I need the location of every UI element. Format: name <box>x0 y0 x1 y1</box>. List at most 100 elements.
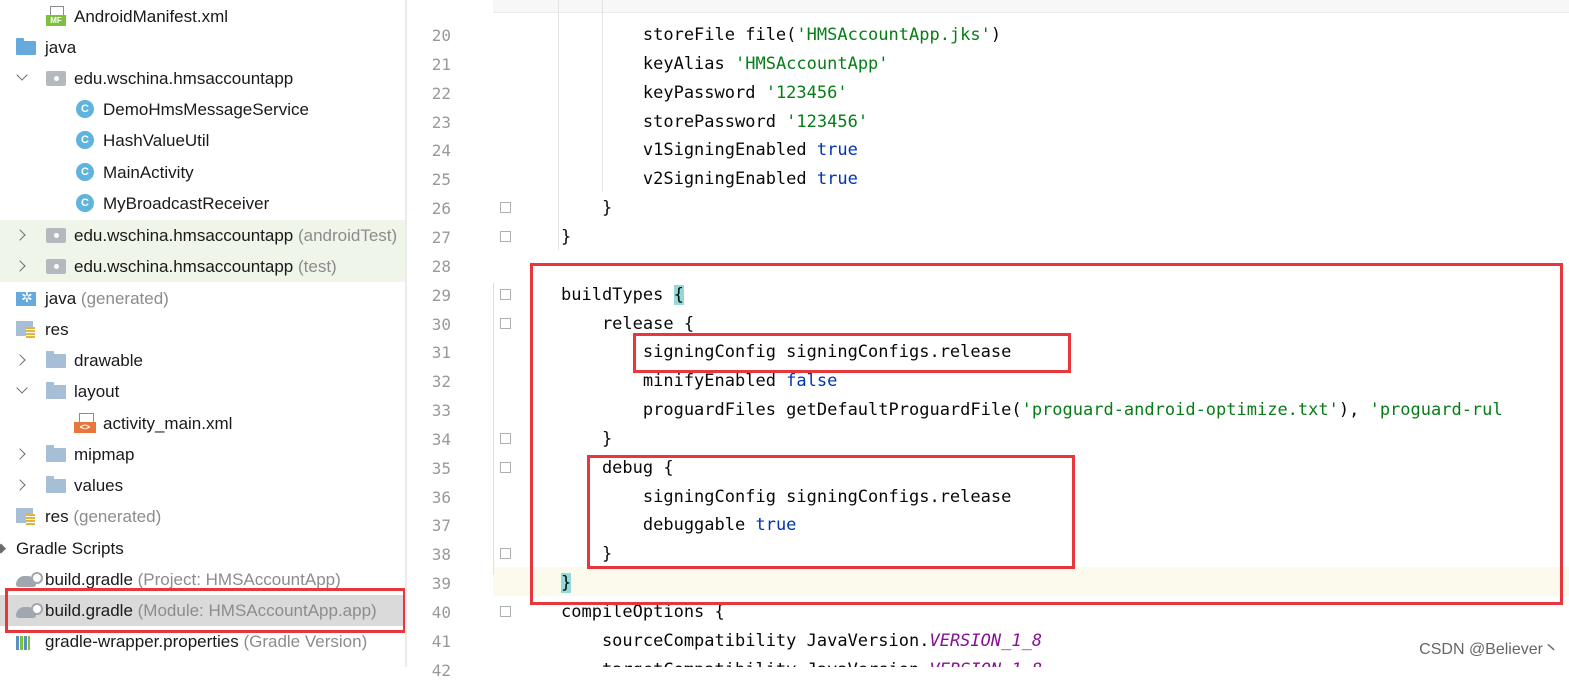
code-token: proguardFiles getDefaultProguardFile( <box>561 400 1022 420</box>
tree-item-suffix: (Project: HMSAccountApp) <box>137 570 341 589</box>
tree-item-activity-main-xml[interactable]: activity_main.xml <box>0 408 405 439</box>
line-number: 35 <box>431 459 451 478</box>
code-token: targetCompatibility JavaVersion. <box>561 660 930 667</box>
tree-item-gradle-scripts[interactable]: ◆ Gradle Scripts <box>0 533 405 564</box>
manifest-file-icon <box>46 6 66 26</box>
code-line: signingConfig signingConfigs.release <box>561 338 1011 367</box>
tree-item-package-test[interactable]: edu.wschina.hmsaccountapp (test) <box>0 251 405 282</box>
caret-line-highlight <box>493 567 1569 596</box>
line-number: 30 <box>431 315 451 334</box>
line-number: 38 <box>431 545 451 564</box>
class-icon: C <box>76 163 94 181</box>
tree-item-values[interactable]: values <box>0 470 405 501</box>
chevron-right-icon[interactable] <box>16 345 30 376</box>
tree-item-my-broadcast-receiver[interactable]: C MyBroadcastReceiver <box>0 188 405 219</box>
code-token: keyPassword <box>561 83 766 103</box>
chevron-right-icon[interactable] <box>16 470 30 501</box>
tree-item-res[interactable]: res <box>0 314 405 345</box>
code-token: keyAlias <box>561 54 735 74</box>
code-line: } <box>561 540 612 569</box>
tree-item-suffix: (Module: HMSAccountApp.app) <box>137 601 377 620</box>
line-number: 23 <box>431 113 451 132</box>
code-token: } <box>561 227 572 247</box>
indent-guide <box>493 283 494 575</box>
line-number: 36 <box>431 488 451 507</box>
code-token: } <box>561 573 572 593</box>
tree-item-drawable[interactable]: drawable <box>0 345 405 376</box>
line-number: 28 <box>431 257 451 276</box>
code-token: sourceCompatibility JavaVersion. <box>561 631 930 651</box>
class-icon: C <box>76 131 94 149</box>
code-token: 'HMSAccountApp' <box>735 54 889 74</box>
code-editor[interactable]: storeFile file('HMSAccountApp.jks') keyA… <box>493 0 1569 667</box>
tree-item-label: values <box>74 476 124 495</box>
code-line: sourceCompatibility JavaVersion.VERSION_… <box>561 627 1042 656</box>
line-number: 39 <box>431 574 451 593</box>
code-token: signingConfig signingConfigs.release <box>561 342 1012 362</box>
line-number: 20 <box>431 26 451 45</box>
tree-item-android-manifest[interactable]: AndroidManifest.xml <box>0 1 405 32</box>
tree-item-package-android-test[interactable]: edu.wschina.hmsaccountapp (androidTest) <box>0 220 405 251</box>
indent-guide <box>558 0 559 250</box>
tree-item-label: HashValueUtil <box>103 131 210 150</box>
tree-item-label: activity_main.xml <box>103 414 233 433</box>
tree-item-demo-hms-message-service[interactable]: C DemoHmsMessageService <box>0 94 405 125</box>
tree-item-main-activity[interactable]: C MainActivity <box>0 157 405 188</box>
code-token: { <box>673 285 684 305</box>
tree-item-java-generated[interactable]: java (generated) <box>0 283 405 314</box>
tree-item-suffix: (Gradle Version) <box>243 632 368 651</box>
gradle-icon <box>14 571 43 591</box>
tree-item-label: Gradle Scripts <box>16 539 124 558</box>
code-token: v1SigningEnabled <box>561 140 817 160</box>
code-token: true <box>755 515 797 535</box>
package-icon <box>46 228 66 243</box>
chevron-down-icon[interactable] <box>16 376 30 407</box>
folder-icon <box>46 445 66 462</box>
code-line: } <box>561 223 571 252</box>
tree-item-suffix: (generated) <box>73 507 162 526</box>
code-token: 'proguard-rul <box>1369 400 1503 420</box>
code-token: VERSION_1_8 <box>929 631 1043 651</box>
line-number: 37 <box>431 516 451 535</box>
line-number: 26 <box>431 199 451 218</box>
code-line: compileOptions { <box>561 598 725 627</box>
tree-item-package-main[interactable]: edu.wschina.hmsaccountapp <box>0 63 405 94</box>
tree-item-label: build.gradle (Module: HMSAccountApp.app) <box>45 601 377 620</box>
tree-item-cut-off <box>0 657 405 667</box>
tree-item-res-generated[interactable]: res (generated) <box>0 501 405 532</box>
code-line: v2SigningEnabled true <box>561 165 858 194</box>
package-icon <box>46 71 66 86</box>
chevron-right-icon[interactable] <box>16 439 30 470</box>
chevron-right-icon[interactable] <box>16 220 30 251</box>
line-number: 31 <box>431 343 451 362</box>
code-line: v1SigningEnabled true <box>561 136 858 165</box>
resource-folder-icon <box>16 508 36 526</box>
code-token: true <box>816 140 858 160</box>
chevron-down-icon[interactable] <box>16 63 30 94</box>
tree-item-label: DemoHmsMessageService <box>103 100 309 119</box>
tree-item-build-gradle-project[interactable]: build.gradle (Project: HMSAccountApp) <box>0 564 405 595</box>
tree-item-label: java <box>45 38 77 57</box>
line-number: 40 <box>431 603 451 622</box>
line-number: 24 <box>431 141 451 160</box>
code-token: } <box>561 544 613 564</box>
code-token: ), <box>1338 400 1370 420</box>
tree-item-layout[interactable]: layout <box>0 376 405 407</box>
code-token: debug { <box>561 458 674 478</box>
code-line: minifyEnabled false <box>561 367 837 396</box>
tree-item-gradle-wrapper-properties[interactable]: gradle-wrapper.properties (Gradle Versio… <box>0 626 405 657</box>
line-number: 33 <box>431 401 451 420</box>
chevron-right-icon[interactable] <box>16 251 30 282</box>
tree-item-label: edu.wschina.hmsaccountapp (androidTest) <box>74 226 398 245</box>
tree-item-build-gradle-module[interactable]: build.gradle (Module: HMSAccountApp.app) <box>0 595 405 626</box>
tree-item-java[interactable]: java <box>0 32 405 63</box>
code-token: } <box>561 198 613 218</box>
code-token: '123456' <box>786 112 869 132</box>
tree-item-mipmap[interactable]: mipmap <box>0 439 405 470</box>
code-token: signingConfig signingConfigs.release <box>561 487 1012 507</box>
code-token: buildTypes <box>561 285 674 305</box>
tree-item-label: MainActivity <box>103 163 194 182</box>
code-line: storePassword '123456' <box>561 108 868 137</box>
tree-item-hash-value-util[interactable]: C HashValueUtil <box>0 125 405 156</box>
code-token: storePassword <box>561 112 787 132</box>
